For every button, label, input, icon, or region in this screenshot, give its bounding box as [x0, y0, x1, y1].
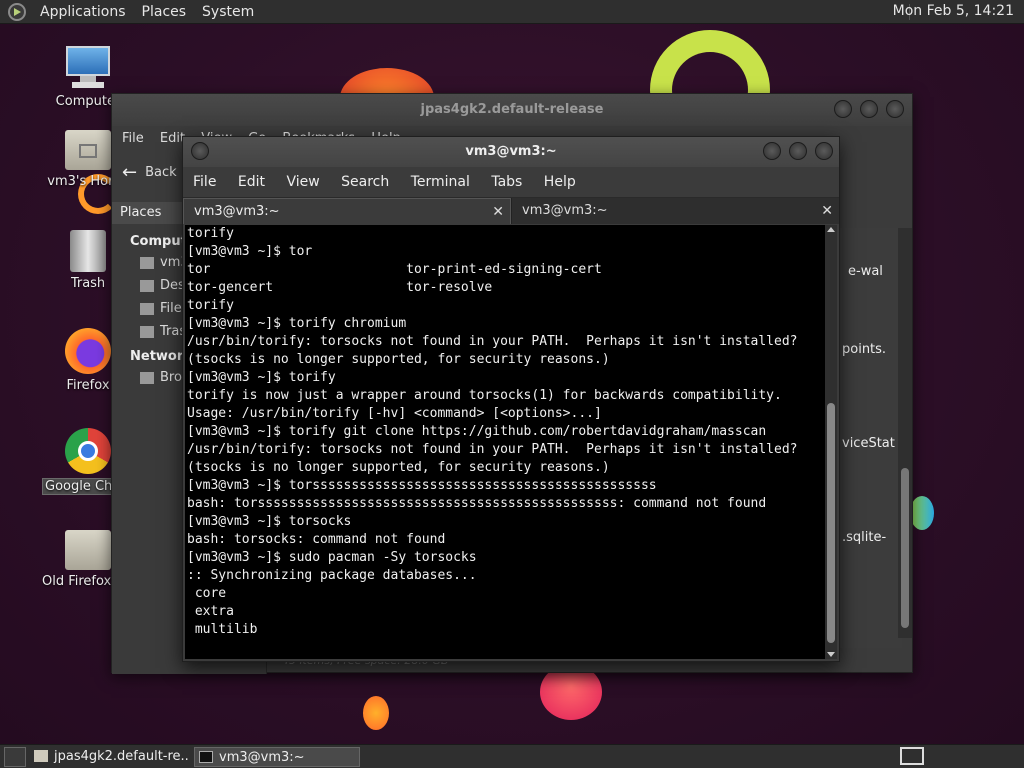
window-title: jpas4gk2.default-release	[420, 102, 604, 117]
trash-icon	[140, 325, 154, 338]
file-name[interactable]: e-wal	[848, 264, 883, 279]
applications-menu[interactable]: Applications	[32, 4, 134, 20]
menu-search[interactable]: Search	[341, 174, 389, 190]
home-folder-icon	[65, 130, 111, 170]
terminal-line: (tsocks is no longer supported, for secu…	[187, 460, 610, 475]
chrome-icon	[65, 428, 111, 474]
tab-bar: vm3@vm3:~ ✕ vm3@vm3:~ ✕	[183, 197, 839, 224]
file-name[interactable]: points.	[842, 342, 886, 357]
drive-icon	[140, 302, 154, 315]
terminal-line: [vm3@vm3 ~]$ torsocks	[187, 514, 352, 529]
window-titlebar[interactable]: vm3@vm3:~	[183, 137, 839, 167]
show-desktop-button[interactable]	[4, 746, 26, 767]
scrollbar-thumb[interactable]	[901, 468, 909, 628]
back-label: Back	[145, 164, 177, 180]
menu-file[interactable]: File	[193, 174, 216, 190]
terminal-line: :: Synchronizing package databases...	[187, 568, 477, 583]
desktop-icon-label: Trash	[70, 276, 106, 291]
file-name[interactable]: viceStat	[842, 436, 895, 451]
minimize-button[interactable]	[763, 142, 781, 160]
workspace-switcher[interactable]	[900, 747, 924, 765]
terminal-window[interactable]: vm3@vm3:~ File Edit View Search Terminal…	[182, 136, 840, 662]
maximize-button[interactable]	[860, 100, 878, 118]
tab-terminal-1[interactable]: vm3@vm3:~ ✕	[183, 198, 511, 224]
terminal-line: [vm3@vm3 ~]$ torssssssssssssssssssssssss…	[187, 478, 657, 493]
menubar: File Edit View Search Terminal Tabs Help	[183, 167, 839, 197]
network-icon	[140, 371, 154, 384]
back-button[interactable]: ← Back	[122, 162, 177, 183]
terminal-line: tor-gencert tor-resolve	[187, 280, 493, 295]
terminal-line: [vm3@vm3 ~]$ torify git clone https://gi…	[187, 424, 767, 439]
places-menu[interactable]: Places	[134, 4, 195, 20]
minimize-button[interactable]	[834, 100, 852, 118]
terminal-line: /usr/bin/torify: torsocks not found in y…	[187, 334, 798, 349]
terminal-line: tor tor-print-ed-signing-cert	[187, 262, 602, 277]
scroll-down-arrow-icon[interactable]	[827, 652, 835, 657]
trash-icon	[70, 230, 106, 272]
close-tab-icon[interactable]: ✕	[821, 198, 833, 224]
terminal-line: torify	[187, 226, 234, 241]
terminal-line: [vm3@vm3 ~]$ torify	[187, 370, 336, 385]
menu-edit[interactable]: Edit	[238, 174, 265, 190]
desktop-icon-label: Firefox	[66, 378, 110, 393]
tab-label: vm3@vm3:~	[522, 203, 608, 218]
terminal-line: bash: torsocks: command not found	[187, 532, 446, 547]
terminal-line: extra	[187, 604, 234, 619]
terminal-line: multilib	[187, 622, 258, 637]
window-menu-button[interactable]	[191, 142, 209, 160]
desktop-icon	[140, 279, 154, 292]
firefox-icon	[65, 328, 111, 374]
panel-clock[interactable]: Mon Feb 5, 14:21	[893, 3, 1014, 19]
system-menu[interactable]: System	[194, 4, 262, 20]
menu-view[interactable]: View	[286, 174, 319, 190]
taskbar-item-file-manager[interactable]: jpas4gk2.default-re...	[30, 747, 190, 767]
terminal-icon	[199, 750, 213, 763]
terminal-output[interactable]: torify [vm3@vm3 ~]$ tor tor tor-print-ed-s…	[185, 225, 825, 659]
terminal-line: [vm3@vm3 ~]$ tor	[187, 244, 313, 259]
home-icon	[140, 256, 154, 269]
terminal-line: torify is now just a wrapper around tors…	[187, 388, 782, 403]
scroll-up-arrow-icon[interactable]	[827, 227, 835, 232]
computer-icon	[64, 46, 112, 90]
bottom-taskbar: jpas4gk2.default-re... vm3@vm3:~	[0, 744, 1024, 768]
folder-icon	[34, 749, 48, 762]
scrollbar-thumb[interactable]	[827, 403, 835, 643]
terminal-line: torify	[187, 298, 234, 313]
terminal-scrollbar[interactable]	[825, 225, 837, 659]
terminal-text: torify [vm3@vm3 ~]$ tor tor tor-print-ed-s…	[185, 225, 825, 639]
orange-dot-decoration	[363, 696, 389, 730]
menu-file[interactable]: File	[122, 131, 144, 146]
maximize-button[interactable]	[789, 142, 807, 160]
tab-label: vm3@vm3:~	[194, 204, 280, 219]
taskbar-item-label: vm3@vm3:~	[219, 749, 305, 765]
file-name[interactable]: .sqlite-	[842, 530, 886, 545]
terminal-line: bash: torsssssssssssssssssssssssssssssss…	[187, 496, 767, 511]
taskbar-item-label: jpas4gk2.default-re...	[54, 748, 190, 764]
file-list-scrollbar[interactable]	[898, 228, 912, 638]
menu-help[interactable]: Help	[544, 174, 576, 190]
distro-logo-icon[interactable]	[8, 2, 26, 21]
terminal-line: Usage: /usr/bin/torify [-hv] <command> […	[187, 406, 602, 421]
tab-terminal-2[interactable]: vm3@vm3:~ ✕	[511, 198, 839, 224]
terminal-line: (tsocks is no longer supported, for secu…	[187, 352, 610, 367]
close-button[interactable]	[815, 142, 833, 160]
terminal-line: core	[187, 586, 227, 601]
taskbar-item-terminal[interactable]: vm3@vm3:~	[194, 746, 360, 767]
menu-terminal[interactable]: Terminal	[411, 174, 470, 190]
blue-dot-decoration	[910, 496, 934, 530]
top-panel: Applications Places System Mon Feb 5, 14…	[0, 0, 1024, 24]
terminal-line: [vm3@vm3 ~]$ sudo pacman -Sy torsocks	[187, 550, 477, 565]
window-titlebar[interactable]: jpas4gk2.default-release	[112, 94, 912, 126]
terminal-line: [vm3@vm3 ~]$ torify chromium	[187, 316, 407, 331]
close-tab-icon[interactable]: ✕	[492, 199, 504, 225]
terminal-line: /usr/bin/torify: torsocks not found in y…	[187, 442, 798, 457]
folder-icon	[65, 530, 111, 570]
back-arrow-icon: ←	[122, 161, 138, 183]
close-button[interactable]	[886, 100, 904, 118]
window-title: vm3@vm3:~	[465, 144, 557, 159]
menu-tabs[interactable]: Tabs	[491, 174, 522, 190]
